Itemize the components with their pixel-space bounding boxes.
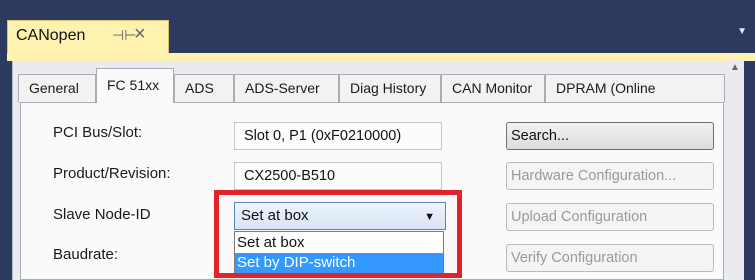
hardware-configuration-button[interactable]: Hardware Configuration... bbox=[506, 162, 714, 190]
tab-ads-server[interactable]: ADS-Server bbox=[234, 74, 339, 102]
search-button[interactable]: Search... bbox=[506, 122, 714, 150]
document-tab-canopen[interactable]: CANopen ⊣⊢ × bbox=[7, 20, 169, 54]
document-tab-title: CANopen bbox=[16, 27, 86, 44]
scroll-up-icon[interactable]: ▲ bbox=[730, 62, 740, 73]
vertical-scrollbar[interactable] bbox=[727, 60, 743, 280]
baudrate-label: Baudrate: bbox=[53, 246, 119, 263]
document-tab-bar bbox=[7, 53, 755, 61]
tab-fc51xx[interactable]: FC 51xx bbox=[96, 68, 174, 103]
upload-configuration-button[interactable]: Upload Configuration bbox=[506, 203, 714, 231]
pci-bus-slot-field: Slot 0, P1 (0xF0210000) bbox=[234, 122, 442, 150]
product-revision-label: Product/Revision: bbox=[53, 165, 171, 182]
tab-can-monitor[interactable]: CAN Monitor bbox=[441, 74, 545, 102]
verify-configuration-button[interactable]: Verify Configuration bbox=[506, 244, 714, 272]
tab-dpram-online[interactable]: DPRAM (Online bbox=[545, 74, 725, 102]
product-revision-field: CX2500-B510 bbox=[234, 162, 442, 190]
tab-ads[interactable]: ADS bbox=[174, 74, 234, 102]
window-menu-dropdown-icon[interactable]: ▼ bbox=[737, 26, 747, 37]
tab-general[interactable]: General bbox=[18, 74, 96, 102]
slave-node-id-label: Slave Node-ID bbox=[53, 206, 151, 223]
tab-diag-history[interactable]: Diag History bbox=[339, 74, 441, 102]
pci-bus-slot-label: PCI Bus/Slot: bbox=[53, 124, 143, 141]
close-icon[interactable]: × bbox=[134, 23, 146, 46]
tab-strip: General FC 51xx ADS ADS-Server Diag Hist… bbox=[12, 66, 725, 103]
window-frame bbox=[0, 0, 755, 22]
highlight-box bbox=[214, 190, 462, 278]
pin-icon[interactable]: ⊣⊢ bbox=[112, 27, 136, 44]
